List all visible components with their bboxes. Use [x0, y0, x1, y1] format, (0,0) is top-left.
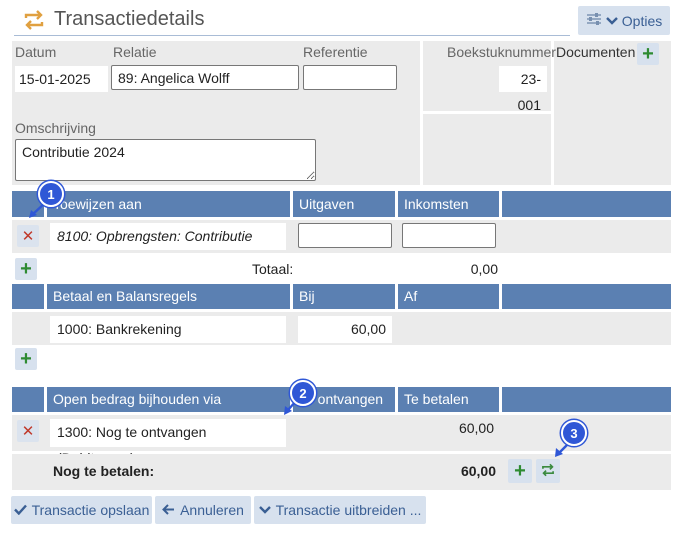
annotation-arrows: [29, 202, 569, 457]
annotation-badge-2: 2: [290, 380, 316, 406]
annotation-badge-1: 1: [38, 181, 64, 207]
annotation-badge-3: 3: [561, 420, 587, 446]
